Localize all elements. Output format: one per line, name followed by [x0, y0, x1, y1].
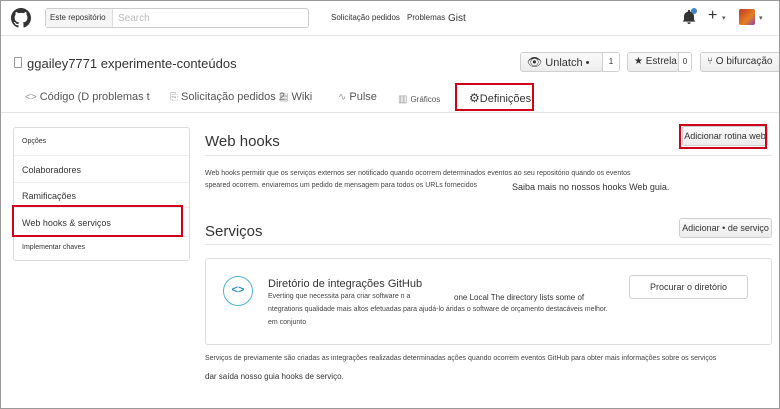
tab-graphs[interactable]: ▥ Gráficos [398, 94, 440, 105]
pull-request-icon: ⎘ [170, 92, 178, 103]
repo-title[interactable]: ggailey7771 experimente-conteúdos [27, 56, 237, 71]
sidebar-item-collaborators[interactable]: Colaboradores [14, 156, 189, 183]
card-text-line: em conjunto [268, 319, 307, 326]
unread-dot [691, 8, 697, 14]
tab-label: Gráficos [410, 95, 441, 104]
code-icon: <> [25, 92, 37, 103]
fork-icon: ⑂ [707, 56, 713, 67]
tab-label: Pulse [349, 91, 377, 103]
star-icon: ★ [634, 56, 643, 67]
card-text-line: Everting que necessita para criar softwa… [268, 293, 411, 300]
add-service-button[interactable]: Adicionar • de serviço [679, 218, 772, 238]
repo-icon [14, 57, 22, 68]
star-button[interactable]: ★ Estrela [627, 52, 679, 72]
section-divider [205, 244, 772, 245]
settings-sidebar: Opções Colaboradores Ramificações Web ho… [13, 127, 190, 261]
section-divider [205, 155, 772, 156]
tab-pulse[interactable]: ∿ Pulse [338, 91, 377, 103]
search-input[interactable] [116, 10, 306, 26]
star-label: Estrela [645, 56, 677, 67]
selected-item-highlight [12, 205, 183, 237]
fork-label: O bifurcação [715, 56, 773, 67]
tab-label: Código (D problemas t [39, 91, 150, 103]
graph-icon: ▥ [398, 94, 408, 105]
webhooks-desc-line: Web hooks permitir que os serviços exter… [205, 170, 631, 177]
tab-wiki[interactable]: ▤ Wiki [279, 91, 312, 103]
browse-directory-button[interactable]: Procurar o diretório [629, 275, 748, 299]
sidebar-item-label: Opções [22, 138, 47, 145]
watch-count[interactable]: 1 [602, 52, 620, 72]
card-title: Diretório de integrações GitHub [268, 278, 423, 290]
webhooks-desc-line: speared ocorrem. enviaremos um pedido de… [205, 182, 477, 189]
nav-gist[interactable]: Gist [448, 13, 466, 24]
sidebar-item-label: Implementar chaves [22, 244, 86, 251]
tab-label: Solicitação pedidos 2 [181, 91, 285, 103]
tabs-divider [0, 112, 780, 113]
services-guide-link[interactable]: dar saída nosso guia hooks de serviço. [205, 372, 344, 381]
nav-issues[interactable]: Problemas [407, 13, 445, 22]
add-webhook-highlight [679, 124, 767, 149]
services-footer-note: Serviços de previamente são criadas as i… [205, 355, 717, 362]
search-scope-label[interactable]: Este repositório [46, 9, 113, 27]
sidebar-item-label: Colaboradores [22, 165, 82, 175]
webhooks-title: Web hooks [205, 133, 280, 150]
tab-label: Definições [479, 93, 532, 105]
avatar[interactable] [739, 9, 755, 25]
tab-label: Wiki [291, 91, 313, 103]
nav-pull-requests[interactable]: Solicitação pedidos [331, 13, 400, 22]
book-icon: ▤ [279, 92, 289, 103]
fork-button[interactable]: ⑂ O bifurcação [700, 52, 780, 72]
github-logo-icon[interactable] [11, 8, 31, 28]
search-box[interactable]: Este repositório [45, 8, 309, 28]
sidebar-item-deploy-keys[interactable]: Implementar chaves [14, 237, 189, 261]
chevron-down-icon[interactable]: ▾ [722, 14, 726, 22]
tab-pull-requests[interactable]: ⎘ Solicitação pedidos 2 [170, 91, 285, 103]
unwatch-button[interactable]: 👁 Unlatch • [520, 52, 603, 72]
code-icon: <> [223, 276, 253, 306]
services-title: Serviços [205, 223, 263, 240]
webhooks-guide-link[interactable]: Saiba mais no nossos hooks Web guia. [512, 182, 669, 192]
card-text-extra: one Local The directory lists some of [454, 293, 585, 302]
chevron-down-icon[interactable]: ▾ [759, 14, 763, 22]
unwatch-label: Unlatch • [545, 57, 590, 69]
sidebar-item-options[interactable]: Opções [14, 128, 189, 156]
gear-icon: ⚙ [469, 91, 480, 105]
integrations-directory-card: <> Diretório de integrações GitHub Evert… [205, 258, 772, 345]
eye-icon: 👁 [527, 55, 543, 69]
card-text-line: ntegrations qualidade mais altos efetuad… [268, 306, 608, 313]
star-count[interactable]: 0 [678, 52, 692, 72]
pulse-icon: ∿ [338, 92, 347, 103]
sidebar-item-label: Ramificações [22, 191, 77, 201]
top-header: Este repositório Solicitação pedidos Pro… [0, 0, 780, 36]
tab-settings[interactable]: ⚙Definições [455, 83, 534, 111]
create-new-icon[interactable]: + [708, 7, 717, 25]
tab-code[interactable]: <> Código (D problemas t [25, 91, 150, 103]
